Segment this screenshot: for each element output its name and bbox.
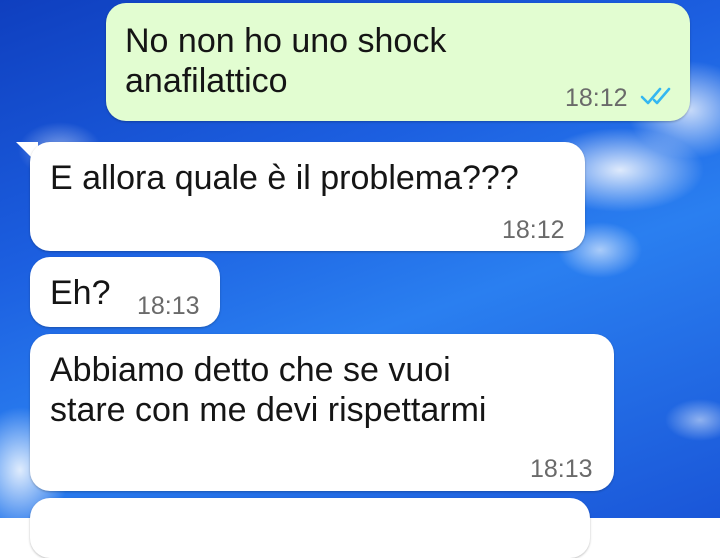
incoming-message-bubble[interactable] xyxy=(30,498,590,558)
incoming-message-bubble[interactable]: Abbiamo detto che se vuoi stare con me d… xyxy=(30,334,614,491)
message-text: Abbiamo detto che se vuoi stare con me d… xyxy=(50,351,487,429)
incoming-message-bubble[interactable]: E allora quale è il problema??? 18:12 xyxy=(30,142,585,251)
incoming-message-bubble[interactable]: Eh? 18:13 xyxy=(30,257,220,327)
message-time: 18:12 xyxy=(565,84,628,112)
outgoing-message-bubble[interactable]: No non ho uno shock anafilattico 18:12 xyxy=(106,3,690,121)
message-text: No non ho uno shock anafilattico xyxy=(125,22,447,100)
double-check-icon xyxy=(640,87,671,105)
message-time: 18:13 xyxy=(137,292,200,320)
message-text: E allora quale è il problema??? xyxy=(50,159,519,197)
message-time: 18:12 xyxy=(502,216,565,244)
message-text: Eh? xyxy=(50,274,111,312)
message-time: 18:13 xyxy=(530,455,593,483)
